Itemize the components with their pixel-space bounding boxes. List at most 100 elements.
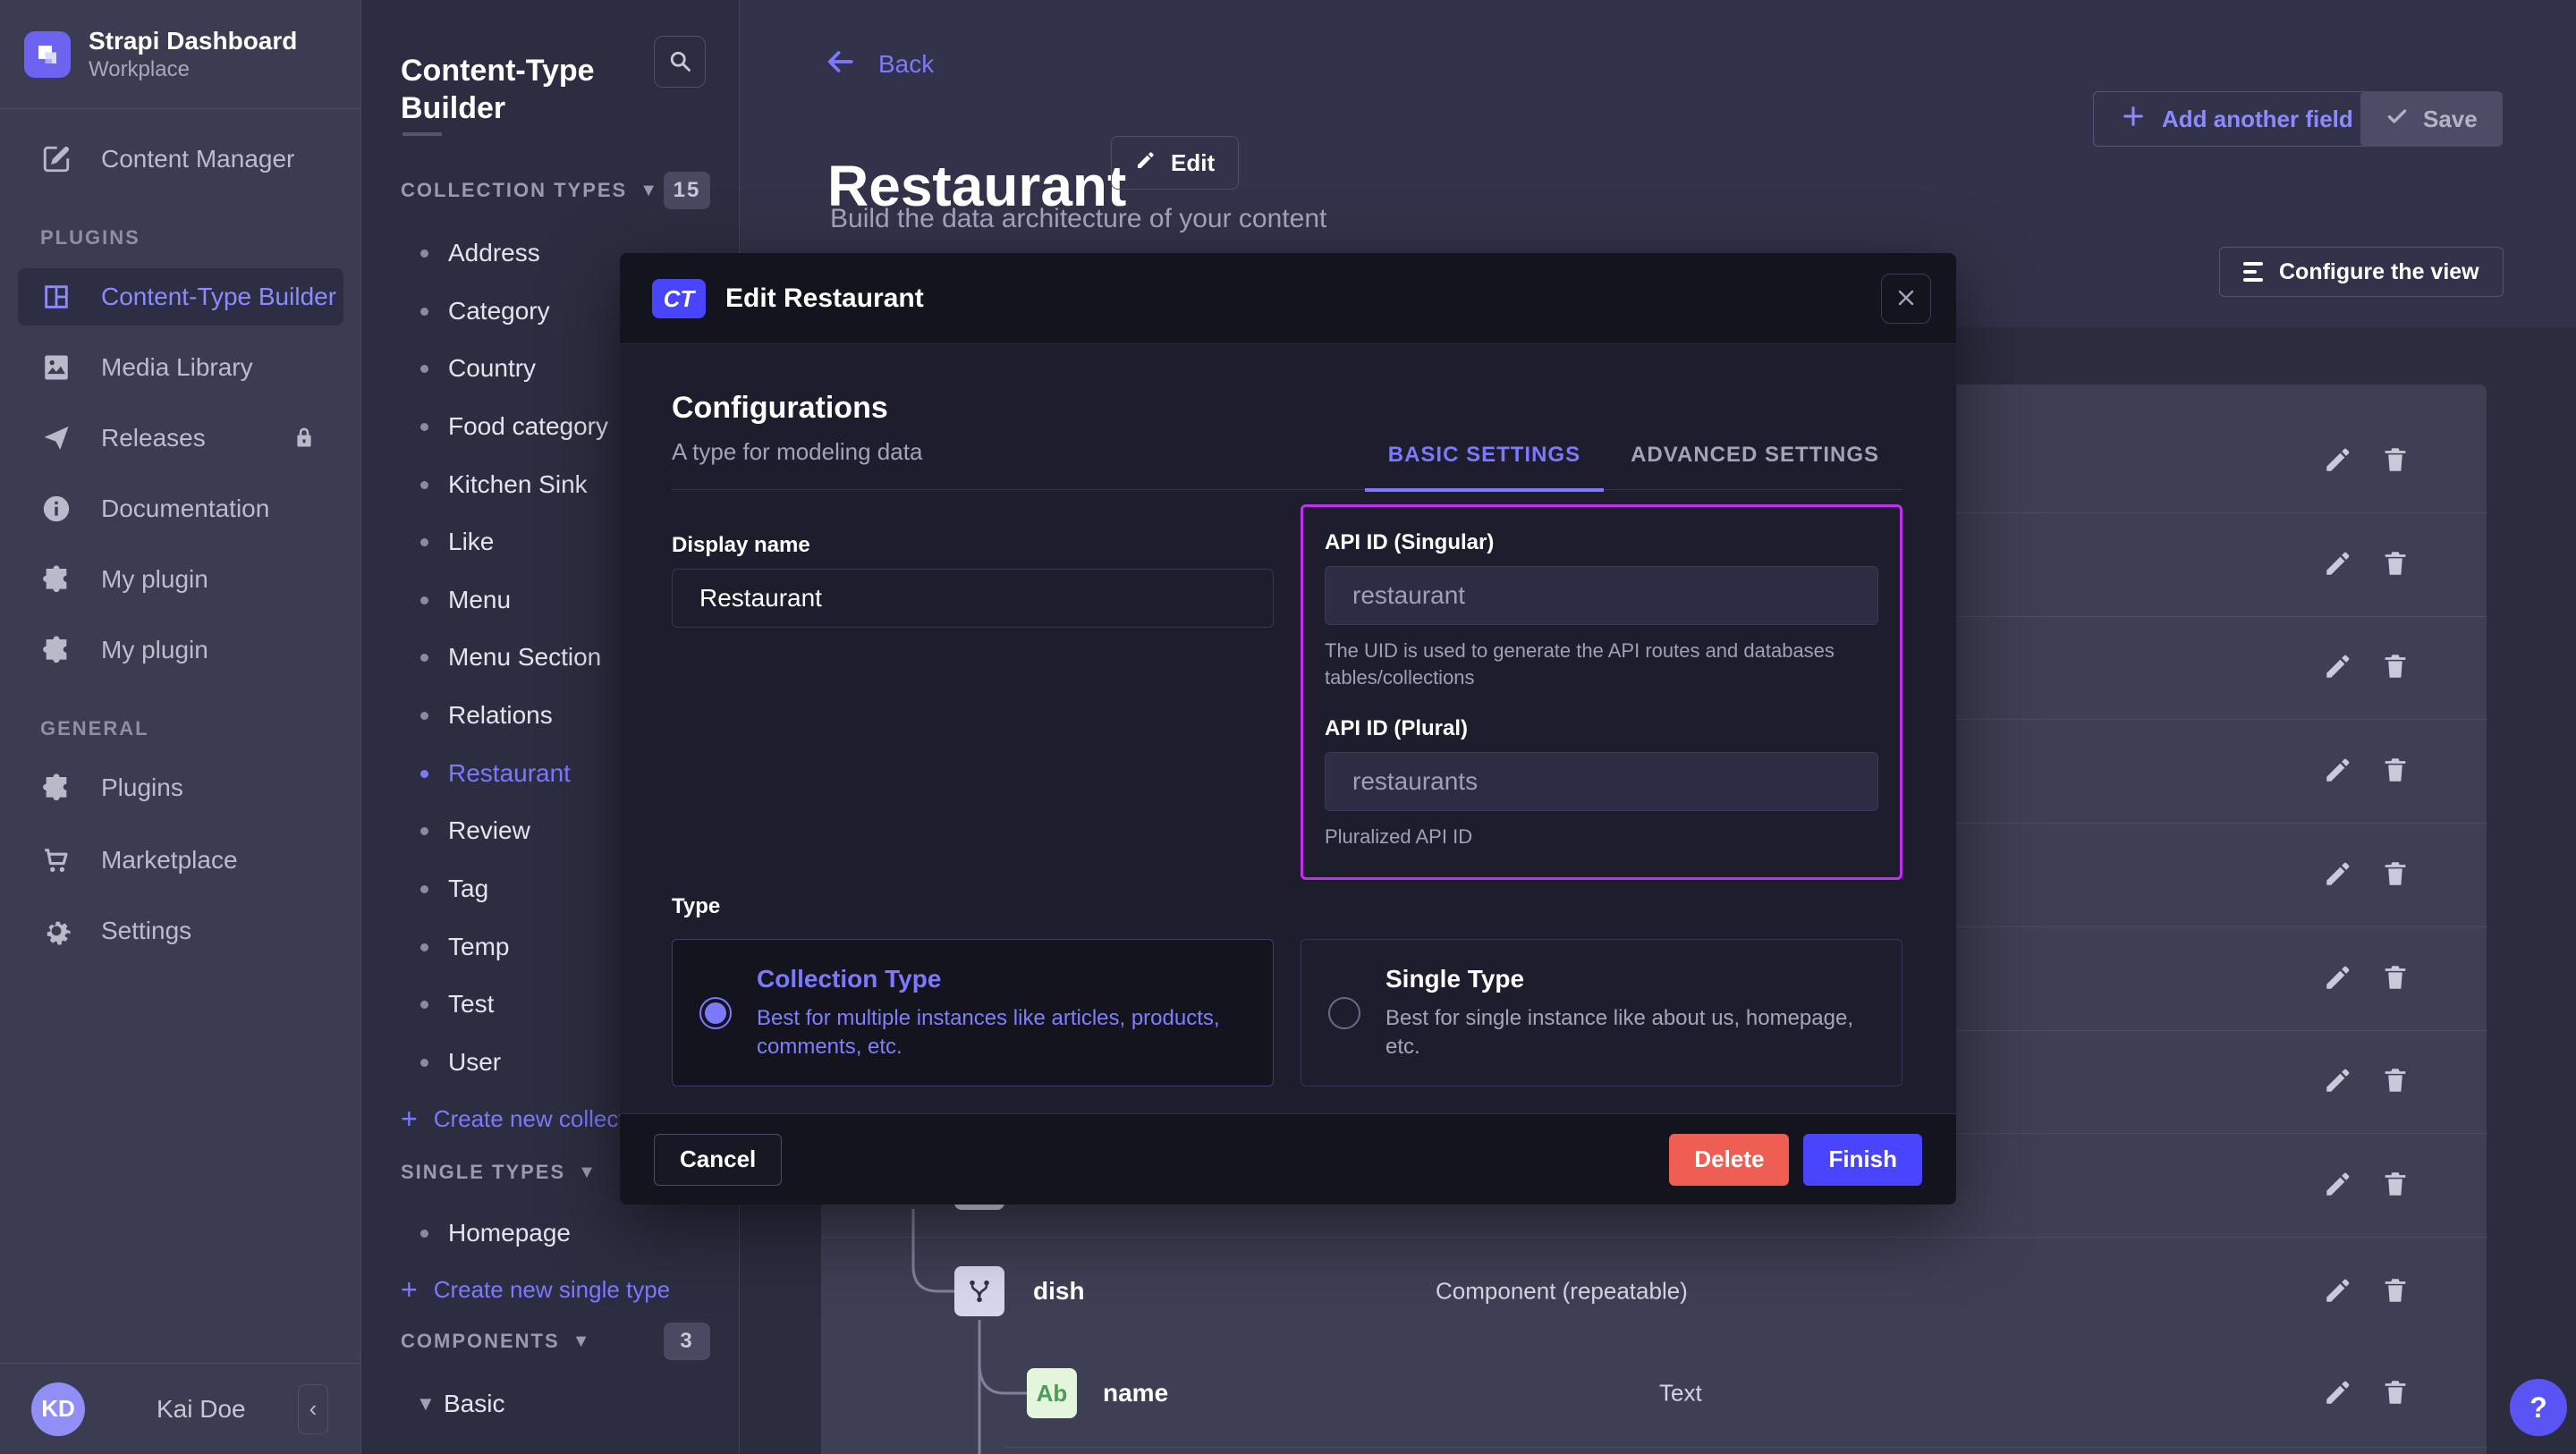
- api-id-singular-input[interactable]: [1325, 566, 1878, 625]
- bullet-icon: [420, 1001, 428, 1009]
- sidebar-item-marketplace[interactable]: Marketplace: [0, 832, 361, 889]
- delete-button[interactable]: Delete: [1669, 1134, 1789, 1186]
- sidebar-item-content-manager[interactable]: Content Manager: [0, 131, 361, 188]
- create-single-type-link[interactable]: +Create new single type: [361, 1261, 740, 1318]
- collection-types-header[interactable]: COLLECTION TYPES▼15: [361, 162, 740, 219]
- chevron-down-icon: ▼: [416, 1392, 424, 1416]
- bullet-icon: [420, 712, 428, 720]
- field-type: Text: [1659, 1380, 1702, 1408]
- edit-field-button[interactable]: [2320, 754, 2356, 790]
- search-button[interactable]: [654, 36, 706, 88]
- grid-icon: [40, 281, 72, 313]
- type-label: Type: [672, 894, 1902, 919]
- collection-types-count: 15: [664, 172, 710, 209]
- edit-field-button[interactable]: [2320, 1167, 2356, 1203]
- sidebar-item-settings[interactable]: Settings: [0, 902, 361, 959]
- component-group-basic[interactable]: ▼Basic: [361, 1375, 740, 1433]
- delete-field-button[interactable]: [2377, 1167, 2413, 1203]
- chevron-down-icon: ▼: [578, 1162, 597, 1183]
- plane-icon: [40, 422, 72, 454]
- row-divider: [1006, 1447, 2487, 1448]
- api-id-highlight-box: API ID (Singular) The UID is used to gen…: [1301, 504, 1902, 880]
- add-another-field-button[interactable]: Add another field: [2093, 91, 2381, 147]
- trash-icon: [2380, 444, 2411, 478]
- edit-field-button[interactable]: [2320, 857, 2356, 892]
- bullet-icon: [420, 423, 428, 431]
- components-header[interactable]: COMPONENTS▼3: [361, 1313, 740, 1370]
- bullet-icon: [420, 827, 428, 835]
- sidebar-item-documentation[interactable]: Documentation: [0, 480, 361, 537]
- edit-field-button[interactable]: [2320, 1064, 2356, 1100]
- finish-button[interactable]: Finish: [1803, 1134, 1922, 1186]
- tab-basic-settings[interactable]: BASIC SETTINGS: [1388, 443, 1580, 468]
- radio-selected-icon: [699, 997, 732, 1029]
- tab-advanced-settings[interactable]: ADVANCED SETTINGS: [1631, 443, 1879, 468]
- lock-icon: [292, 425, 318, 452]
- puzzle-icon: [40, 634, 72, 666]
- trash-icon: [2380, 651, 2411, 684]
- delete-field-button[interactable]: [2377, 1273, 2413, 1309]
- app-title: Strapi Dashboard: [89, 26, 297, 56]
- modal-header: CT Edit Restaurant: [620, 253, 1956, 344]
- delete-field-button[interactable]: [2377, 650, 2413, 686]
- edit-button[interactable]: Edit: [1111, 136, 1239, 190]
- bullet-icon: [420, 249, 428, 258]
- pencil-icon: [2323, 444, 2353, 478]
- sidebar-item-releases[interactable]: Releases: [0, 410, 361, 467]
- api-id-plural-input[interactable]: [1325, 752, 1878, 811]
- delete-field-button[interactable]: [2377, 857, 2413, 892]
- pencil-icon: [2323, 1169, 2353, 1202]
- table-row-dish[interactable]: dish Component (repeatable): [821, 1239, 2487, 1343]
- field-name: dish: [1033, 1277, 1085, 1306]
- trash-icon: [2380, 1169, 2411, 1202]
- pencil-icon: [2323, 651, 2353, 684]
- single-type-item-homepage[interactable]: Homepage: [361, 1205, 740, 1262]
- bullet-icon: [420, 538, 428, 546]
- trash-icon: [2380, 755, 2411, 788]
- configure-view-button[interactable]: Configure the view: [2219, 247, 2504, 297]
- display-name-input[interactable]: [672, 569, 1274, 628]
- sidebar-item-content-type-builder[interactable]: Content-Type Builder: [18, 268, 343, 325]
- delete-field-button[interactable]: [2377, 960, 2413, 996]
- sidebar-item-media-library[interactable]: Media Library: [0, 339, 361, 396]
- avatar[interactable]: KD: [31, 1382, 85, 1436]
- delete-field-button[interactable]: [2377, 1064, 2413, 1100]
- section-title: Configurations: [672, 391, 922, 426]
- cancel-button[interactable]: Cancel: [654, 1134, 782, 1186]
- delete-field-button[interactable]: [2377, 444, 2413, 479]
- save-button[interactable]: Save: [2360, 91, 2503, 147]
- edit-field-button[interactable]: [2320, 546, 2356, 582]
- collection-type-option[interactable]: Collection Type Best for multiple instan…: [672, 939, 1274, 1086]
- back-label: Back: [878, 50, 934, 79]
- edit-field-button[interactable]: [2320, 650, 2356, 686]
- back-link[interactable]: Back: [825, 46, 934, 81]
- delete-field-button[interactable]: [2377, 1375, 2413, 1411]
- title-divider: [402, 132, 442, 136]
- sidebar-item-plugins[interactable]: Plugins: [0, 759, 361, 816]
- workspace-brand[interactable]: Strapi Dashboard Workplace: [0, 0, 360, 109]
- settings-tabs: BASIC SETTINGS ADVANCED SETTINGS: [1388, 443, 1902, 489]
- strapi-app: Strapi Dashboard Workplace Content Manag…: [0, 0, 2576, 1454]
- close-button[interactable]: [1881, 274, 1931, 324]
- pencil-icon: [2323, 1275, 2353, 1308]
- collapse-sidebar-button[interactable]: ‹: [298, 1384, 328, 1434]
- modal-footer: Cancel Delete Finish: [620, 1113, 1956, 1205]
- single-type-option[interactable]: Single Type Best for single instance lik…: [1301, 939, 1902, 1086]
- chevron-down-icon: ▼: [640, 181, 659, 201]
- sidebar-item-my-plugin[interactable]: My plugin: [0, 621, 361, 679]
- pencil-icon: [2323, 1377, 2353, 1410]
- bullet-icon: [420, 365, 428, 373]
- content-type-badge: CT: [652, 279, 706, 318]
- components-count: 3: [664, 1323, 710, 1360]
- sidebar-item-my-plugin[interactable]: My plugin: [0, 551, 361, 608]
- edit-field-button[interactable]: [2320, 960, 2356, 996]
- delete-field-button[interactable]: [2377, 546, 2413, 582]
- table-row-name[interactable]: Ab name Text: [821, 1341, 2487, 1445]
- help-button[interactable]: ?: [2510, 1379, 2567, 1436]
- bullet-icon: [420, 654, 428, 662]
- delete-field-button[interactable]: [2377, 754, 2413, 790]
- edit-field-button[interactable]: [2320, 444, 2356, 479]
- sidebar-section-plugins: PLUGINS: [40, 226, 140, 249]
- edit-field-button[interactable]: [2320, 1375, 2356, 1411]
- edit-field-button[interactable]: [2320, 1273, 2356, 1309]
